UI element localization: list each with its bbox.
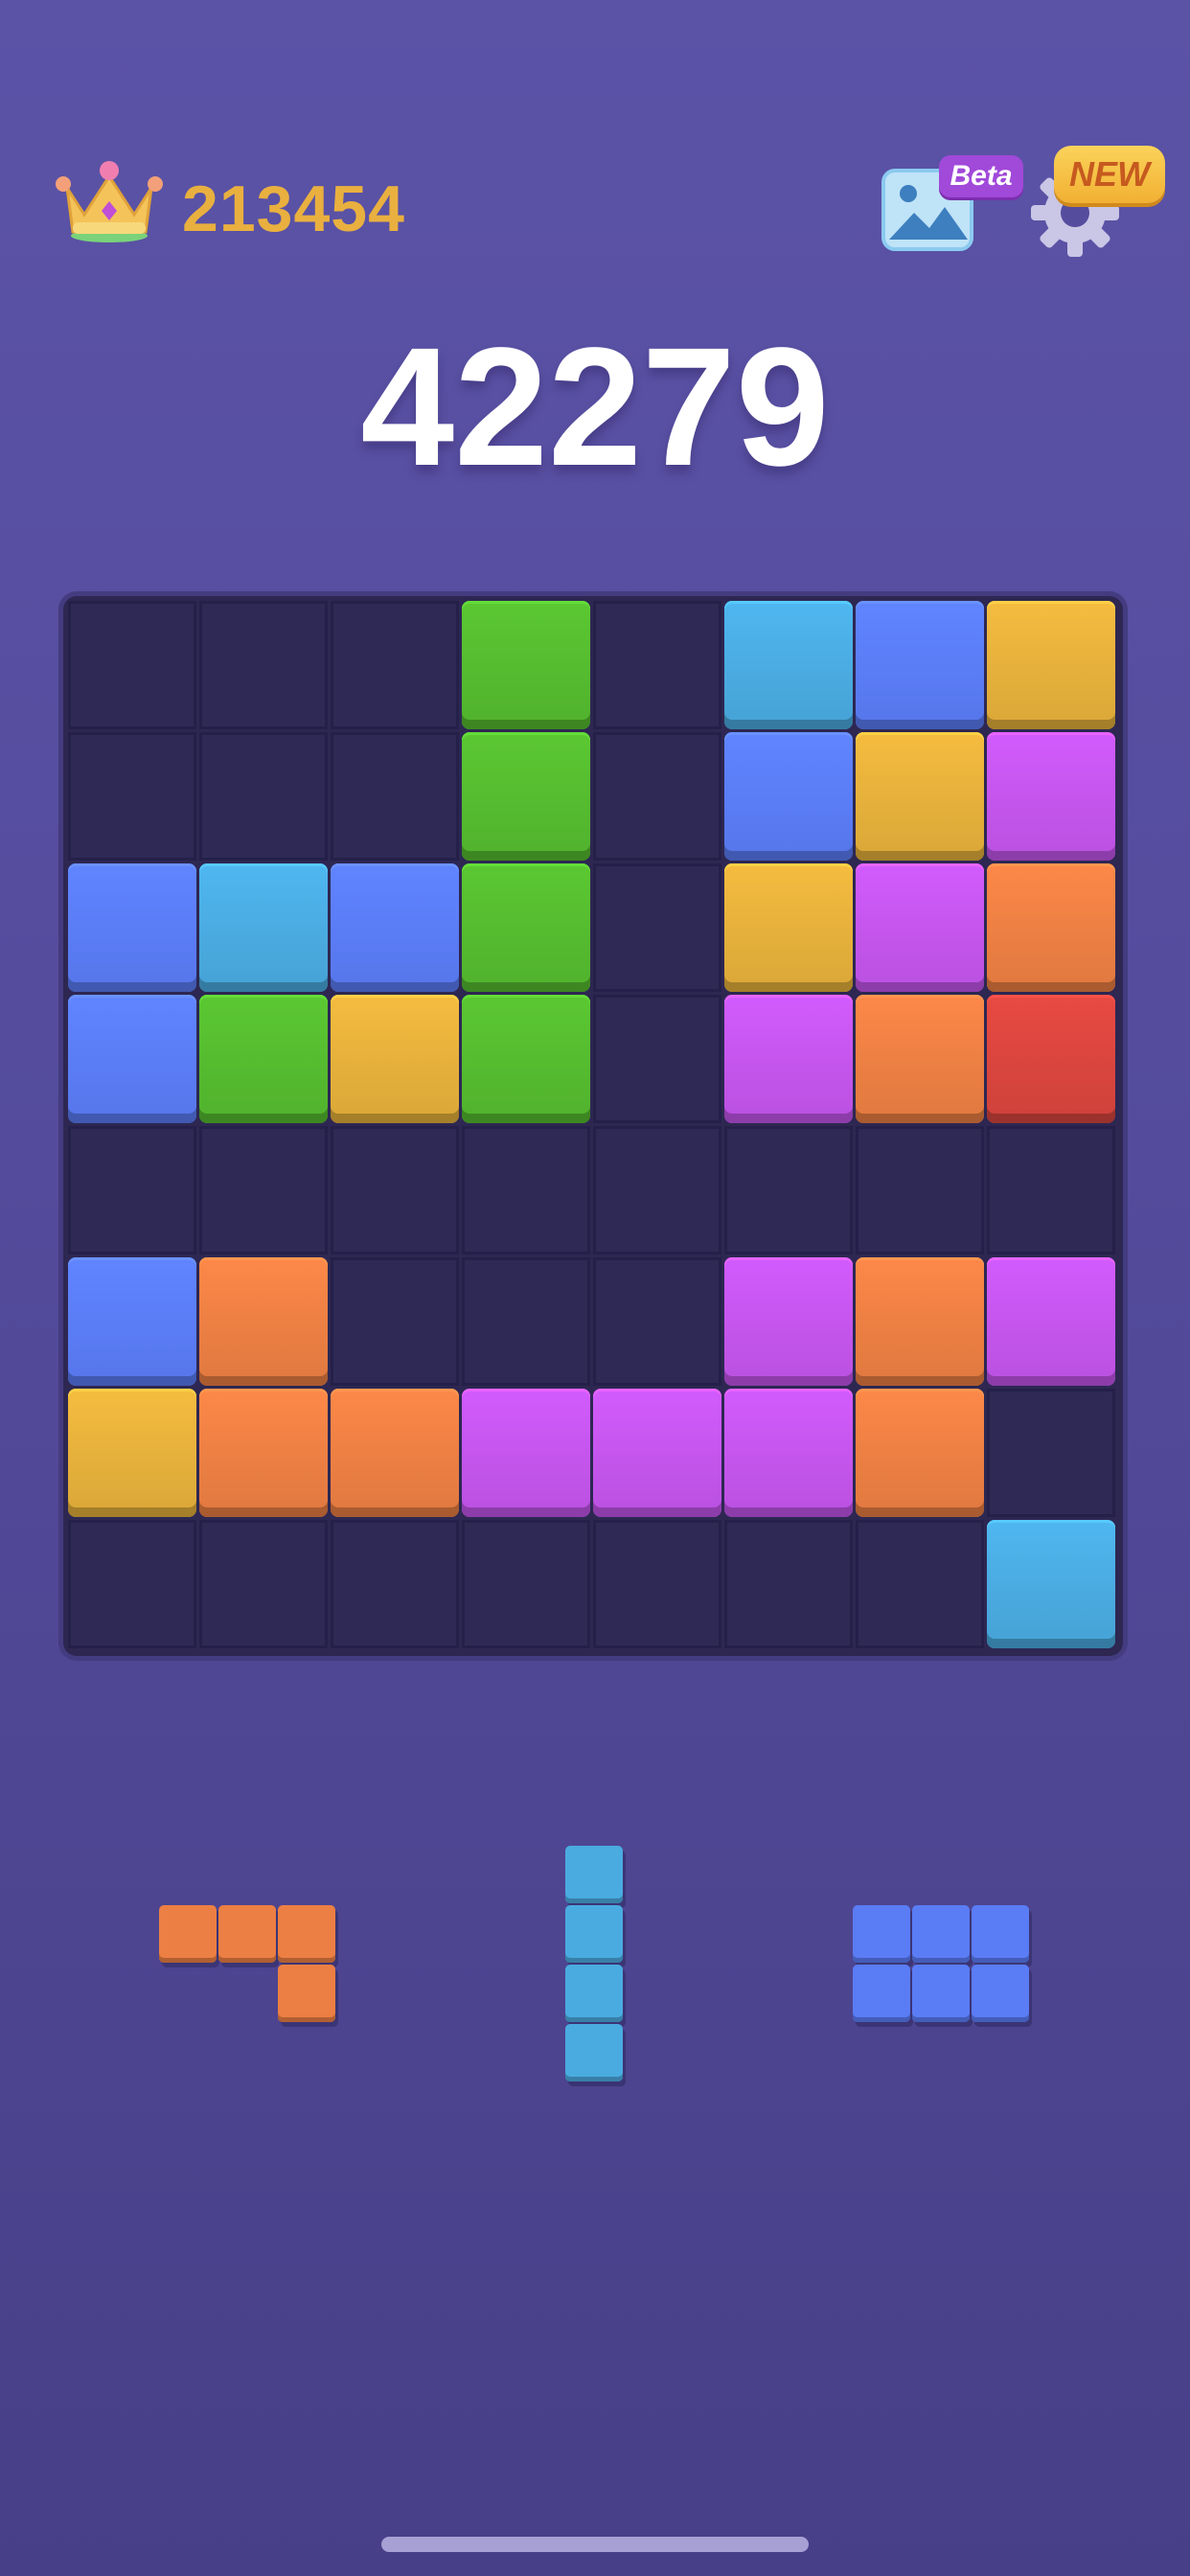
block-green bbox=[462, 601, 590, 729]
empty-cell[interactable] bbox=[593, 732, 721, 861]
tray-piece-2[interactable] bbox=[565, 1846, 625, 2083]
piece-cell bbox=[912, 1965, 970, 2022]
top-bar: 213454 Beta NEW bbox=[0, 0, 1190, 288]
empty-cell[interactable] bbox=[462, 1520, 590, 1648]
block-blue bbox=[68, 863, 196, 992]
empty-cell[interactable] bbox=[593, 1520, 721, 1648]
block-yellow bbox=[856, 732, 984, 861]
empty-cell[interactable] bbox=[199, 601, 328, 729]
empty-cell[interactable] bbox=[68, 732, 196, 861]
piece-cell bbox=[159, 1905, 217, 1963]
crown-icon bbox=[56, 161, 163, 242]
empty-cell[interactable] bbox=[331, 601, 459, 729]
block-cyan bbox=[199, 863, 328, 992]
block-yellow bbox=[724, 863, 853, 992]
piece-cell bbox=[912, 1905, 970, 1963]
block-yellow bbox=[331, 995, 459, 1123]
empty-cell[interactable] bbox=[593, 601, 721, 729]
empty-cell[interactable] bbox=[462, 1126, 590, 1254]
block-blue bbox=[68, 1257, 196, 1386]
block-purple bbox=[987, 732, 1115, 861]
empty-cell[interactable] bbox=[856, 1520, 984, 1648]
beta-badge: Beta bbox=[939, 155, 1023, 197]
piece-tray bbox=[0, 1802, 1190, 2147]
block-orange bbox=[987, 863, 1115, 992]
piece-cell bbox=[565, 1905, 623, 1963]
empty-cell[interactable] bbox=[199, 1520, 328, 1648]
piece-cell bbox=[278, 1905, 335, 1963]
empty-cell[interactable] bbox=[68, 1520, 196, 1648]
piece-cell bbox=[972, 1965, 1029, 2022]
empty-cell[interactable] bbox=[331, 1520, 459, 1648]
block-green bbox=[462, 995, 590, 1123]
block-blue bbox=[331, 863, 459, 992]
empty-cell[interactable] bbox=[331, 732, 459, 861]
block-orange bbox=[199, 1257, 328, 1386]
empty-cell[interactable] bbox=[462, 1257, 590, 1386]
piece-cell bbox=[972, 1905, 1029, 1963]
block-yellow bbox=[68, 1389, 196, 1517]
empty-cell[interactable] bbox=[856, 1126, 984, 1254]
block-cyan bbox=[724, 601, 853, 729]
block-green bbox=[462, 732, 590, 861]
empty-cell[interactable] bbox=[593, 995, 721, 1123]
block-blue bbox=[68, 995, 196, 1123]
piece-cell bbox=[565, 2024, 623, 2082]
empty-cell[interactable] bbox=[987, 1126, 1115, 1254]
empty-cell[interactable] bbox=[331, 1257, 459, 1386]
block-purple bbox=[724, 1389, 853, 1517]
empty-cell[interactable] bbox=[68, 1126, 196, 1254]
empty-cell[interactable] bbox=[724, 1520, 853, 1648]
block-blue bbox=[856, 601, 984, 729]
block-cyan bbox=[987, 1520, 1115, 1648]
block-purple bbox=[724, 1257, 853, 1386]
empty-cell[interactable] bbox=[68, 601, 196, 729]
tray-piece-1[interactable] bbox=[159, 1905, 337, 2024]
block-red bbox=[987, 995, 1115, 1123]
empty-cell[interactable] bbox=[199, 732, 328, 861]
current-score: 42279 bbox=[360, 313, 830, 501]
block-purple bbox=[987, 1257, 1115, 1386]
empty-cell[interactable] bbox=[199, 1126, 328, 1254]
piece-cell bbox=[565, 1965, 623, 2022]
block-orange bbox=[856, 995, 984, 1123]
block-yellow bbox=[987, 601, 1115, 729]
block-orange bbox=[331, 1389, 459, 1517]
block-green bbox=[462, 863, 590, 992]
empty-cell[interactable] bbox=[724, 1126, 853, 1254]
empty-cell[interactable] bbox=[593, 863, 721, 992]
empty-cell[interactable] bbox=[593, 1257, 721, 1386]
empty-cell[interactable] bbox=[593, 1126, 721, 1254]
block-blue bbox=[724, 732, 853, 861]
block-purple bbox=[462, 1389, 590, 1517]
block-green bbox=[199, 995, 328, 1123]
best-score: 213454 bbox=[182, 172, 405, 245]
block-orange bbox=[856, 1257, 984, 1386]
piece-cell bbox=[565, 1846, 623, 1903]
piece-cell bbox=[218, 1905, 276, 1963]
piece-cell bbox=[278, 1965, 335, 2022]
block-purple bbox=[856, 863, 984, 992]
new-badge: NEW bbox=[1054, 146, 1165, 203]
empty-cell[interactable] bbox=[987, 1389, 1115, 1517]
tray-piece-3[interactable] bbox=[853, 1905, 1031, 2024]
home-indicator[interactable] bbox=[381, 2537, 809, 2552]
game-board[interactable] bbox=[63, 596, 1123, 1656]
block-purple bbox=[724, 995, 853, 1123]
empty-cell[interactable] bbox=[331, 1126, 459, 1254]
block-orange bbox=[856, 1389, 984, 1517]
block-orange bbox=[199, 1389, 328, 1517]
block-purple bbox=[593, 1389, 721, 1517]
piece-cell bbox=[853, 1965, 910, 2022]
piece-cell bbox=[853, 1905, 910, 1963]
